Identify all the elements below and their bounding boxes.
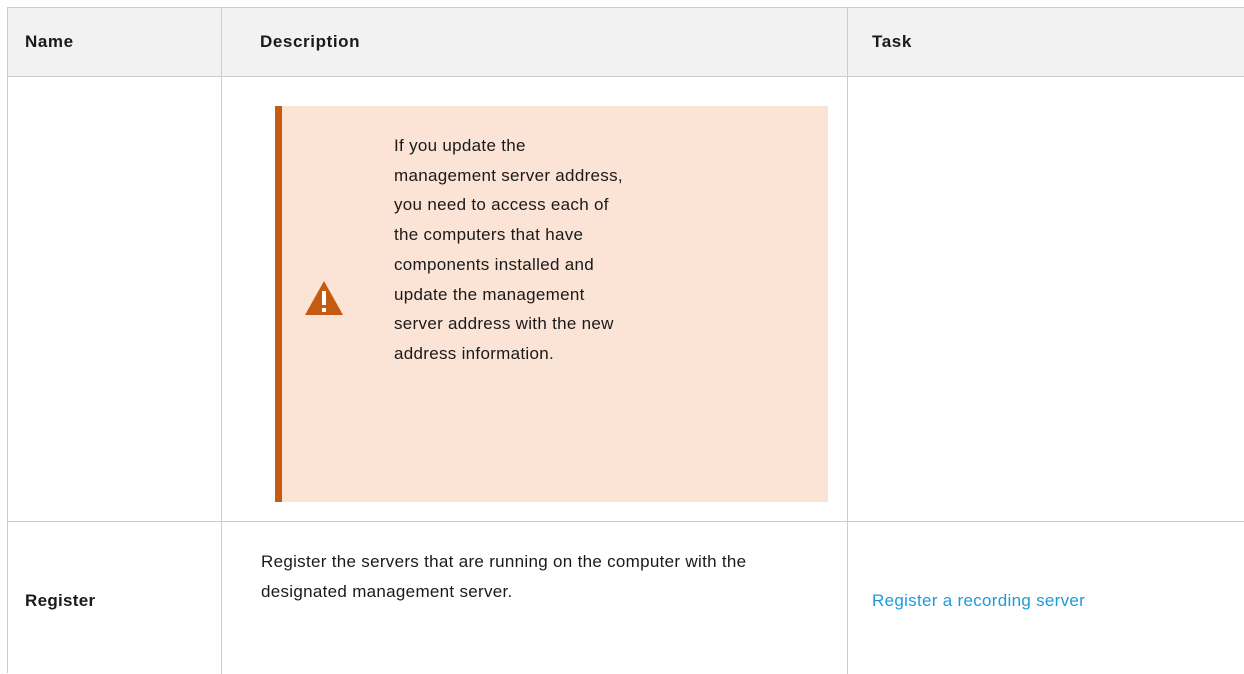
table-row: Register Register the servers that are r… xyxy=(8,522,1244,674)
warning-triangle-icon xyxy=(305,281,343,315)
description-cell: Register the servers that are running on… xyxy=(222,522,848,674)
header-name: Name xyxy=(8,8,222,76)
header-description: Description xyxy=(222,8,848,76)
row-description: Register the servers that are running on… xyxy=(261,552,747,601)
table-header-row: Name Description Task xyxy=(8,8,1244,77)
name-cell xyxy=(8,77,222,521)
task-cell: Register a recording server xyxy=(848,522,1244,674)
table-row: If you update the management server addr… xyxy=(8,77,1244,522)
name-cell: Register xyxy=(8,522,222,674)
header-task: Task xyxy=(872,32,912,51)
register-recording-server-link[interactable]: Register a recording server xyxy=(872,591,1085,611)
task-cell xyxy=(848,77,1244,521)
settings-table: Name Description Task If you update the … xyxy=(7,7,1244,674)
description-cell: If you update the management server addr… xyxy=(222,77,848,521)
warning-text: If you update the management server addr… xyxy=(394,136,623,363)
warning-callout: If you update the management server addr… xyxy=(275,106,828,502)
row-name: Register xyxy=(25,591,96,610)
